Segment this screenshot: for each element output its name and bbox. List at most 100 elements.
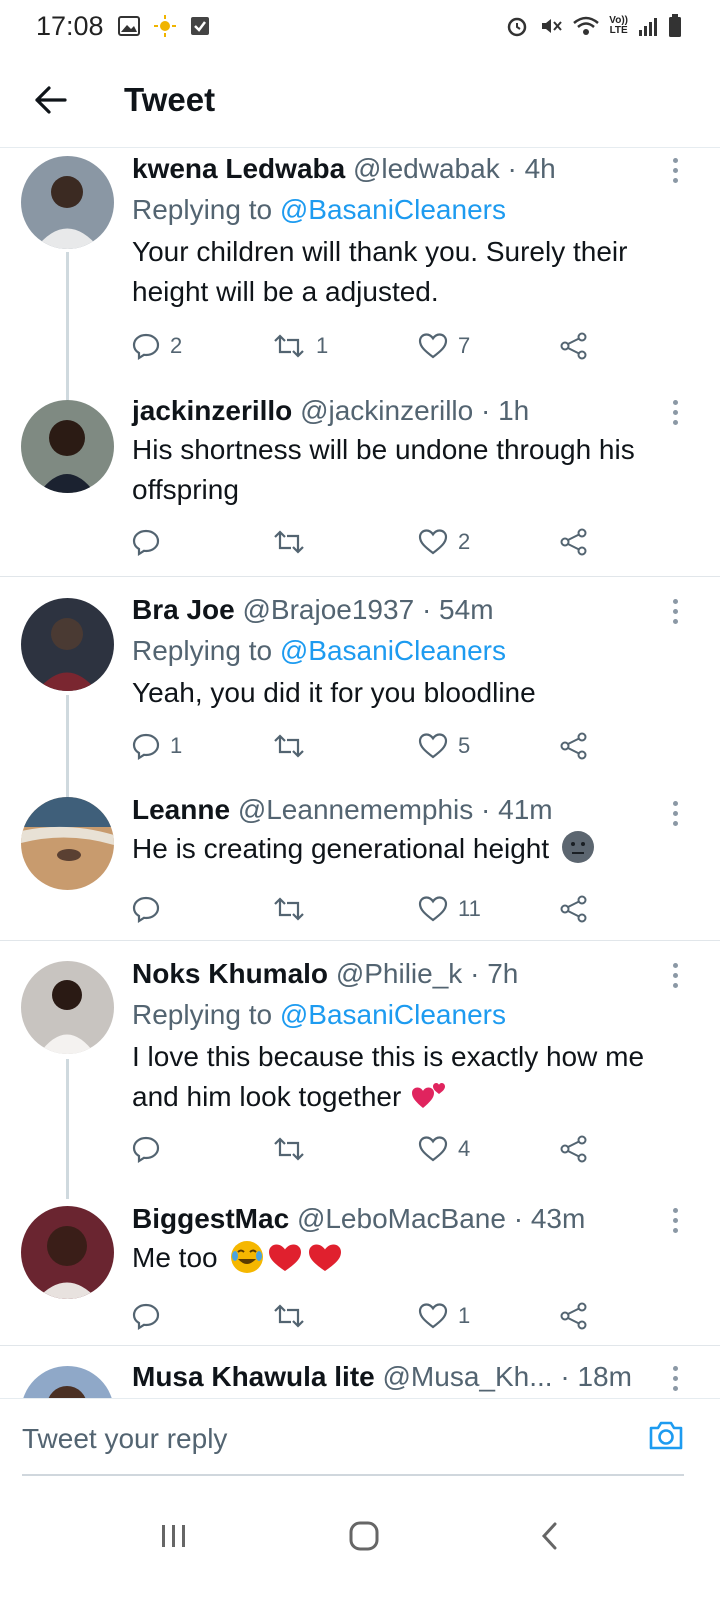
share-button[interactable] bbox=[560, 895, 588, 923]
status-bar: 17:08 Vo)) LTE bbox=[0, 0, 720, 52]
heart-icon bbox=[418, 1136, 448, 1162]
author-name[interactable]: Bra Joe bbox=[132, 594, 235, 625]
author-name[interactable]: jackinzerillo bbox=[132, 395, 292, 426]
retweet-icon bbox=[274, 530, 304, 554]
avatar[interactable] bbox=[21, 961, 114, 1054]
share-button[interactable] bbox=[560, 332, 588, 360]
retweet-button[interactable] bbox=[272, 1136, 316, 1162]
retweet-button[interactable] bbox=[272, 529, 316, 555]
reply-tweet[interactable]: jackinzerillo @jackinzerillo · 1h His sh… bbox=[0, 384, 720, 577]
home-button[interactable] bbox=[348, 1520, 380, 1557]
author-name[interactable]: kwena Ledwaba bbox=[132, 153, 345, 184]
more-options-button[interactable] bbox=[670, 400, 680, 425]
alarm-icon bbox=[505, 14, 529, 38]
like-button[interactable]: 7 bbox=[418, 332, 470, 360]
like-count: 1 bbox=[458, 1303, 471, 1328]
retweet-icon bbox=[274, 897, 304, 921]
reply-input[interactable] bbox=[22, 1417, 622, 1461]
sun-icon bbox=[153, 15, 176, 37]
avatar[interactable] bbox=[21, 156, 114, 249]
reply-tweet[interactable]: Leanne @Leannememphis · 41m He is creati… bbox=[0, 783, 720, 941]
tweet-text: I love this because this is exactly how … bbox=[132, 1041, 645, 1112]
recent-apps-button[interactable] bbox=[159, 1523, 189, 1554]
reply-tweet[interactable]: BiggestMac @LeboMacBane · 43m Me too 1 bbox=[0, 1186, 720, 1346]
separator-dot: · bbox=[481, 794, 491, 825]
tweet-text: Yeah, you did it for you bloodline bbox=[132, 677, 536, 708]
like-button[interactable]: 4 bbox=[418, 1135, 470, 1163]
avatar[interactable] bbox=[21, 797, 114, 890]
author-name[interactable]: BiggestMac bbox=[132, 1203, 289, 1234]
mention-link[interactable]: @BasaniCleaners bbox=[280, 194, 506, 225]
reply-button[interactable]: 2 bbox=[132, 332, 182, 360]
more-options-button[interactable] bbox=[670, 599, 680, 624]
retweet-button[interactable] bbox=[272, 896, 316, 922]
reply-tweet[interactable]: Musa Khawula lite @Musa_Kh... · 18m bbox=[0, 1346, 720, 1398]
author-handle[interactable]: @jackinzerillo bbox=[300, 395, 473, 426]
tweet-time: 7h bbox=[487, 958, 519, 989]
share-icon bbox=[560, 732, 587, 760]
comment-icon bbox=[132, 333, 160, 360]
more-options-button[interactable] bbox=[670, 963, 680, 988]
tweet-time: 1h bbox=[498, 395, 530, 426]
reply-button[interactable] bbox=[132, 528, 170, 556]
mention-link[interactable]: @BasaniCleaners bbox=[280, 999, 506, 1030]
author-handle[interactable]: @ledwabak bbox=[353, 153, 500, 184]
reply-tweet[interactable]: Bra Joe @Brajoe1937 · 54m Replying to @B… bbox=[0, 577, 720, 805]
more-options-button[interactable] bbox=[670, 1366, 680, 1391]
battery-icon bbox=[668, 14, 682, 38]
signal-icon bbox=[638, 16, 658, 36]
author-handle[interactable]: @LeboMacBane bbox=[297, 1203, 506, 1234]
comment-icon bbox=[132, 1303, 160, 1330]
camera-button[interactable] bbox=[648, 1419, 684, 1456]
avatar[interactable] bbox=[21, 400, 114, 493]
share-button[interactable] bbox=[560, 1302, 588, 1330]
reply-button[interactable]: 1 bbox=[132, 732, 182, 760]
share-icon bbox=[560, 1135, 587, 1163]
author-name[interactable]: Leanne bbox=[132, 794, 230, 825]
avatar[interactable] bbox=[21, 598, 114, 691]
share-button[interactable] bbox=[560, 1135, 588, 1163]
like-button[interactable]: 1 bbox=[418, 1302, 470, 1330]
reply-button[interactable] bbox=[132, 895, 170, 923]
back-button[interactable] bbox=[20, 70, 80, 130]
more-options-button[interactable] bbox=[670, 158, 680, 183]
author-handle[interactable]: @Musa_Kh... bbox=[383, 1361, 553, 1392]
author-name[interactable]: Musa Khawula lite bbox=[132, 1361, 375, 1392]
separator-dot: · bbox=[481, 395, 491, 426]
retweet-button[interactable] bbox=[272, 733, 316, 759]
like-count: 4 bbox=[458, 1136, 471, 1161]
share-button[interactable] bbox=[560, 732, 588, 760]
more-options-button[interactable] bbox=[670, 801, 680, 826]
share-button[interactable] bbox=[560, 528, 588, 556]
author-handle[interactable]: @Brajoe1937 bbox=[243, 594, 415, 625]
arrow-left-icon bbox=[35, 85, 67, 114]
heart-icon bbox=[418, 333, 448, 359]
two-hearts-emoji bbox=[412, 1083, 446, 1108]
home-icon bbox=[349, 1521, 379, 1550]
reply-tweet[interactable]: Noks Khumalo @Philie_k · 7h Replying to … bbox=[0, 941, 720, 1199]
separator-dot: · bbox=[513, 1203, 524, 1234]
avatar[interactable] bbox=[21, 1366, 114, 1398]
system-back-button[interactable] bbox=[539, 1521, 561, 1556]
thread-connector bbox=[66, 1059, 69, 1199]
like-button[interactable]: 5 bbox=[418, 732, 470, 760]
top-app-bar: Tweet bbox=[0, 52, 720, 148]
share-icon bbox=[560, 895, 587, 923]
author-handle[interactable]: @Philie_k bbox=[336, 958, 462, 989]
author-name[interactable]: Noks Khumalo bbox=[132, 958, 328, 989]
recent-apps-icon bbox=[162, 1524, 186, 1547]
tweet-actions: 2 bbox=[132, 524, 602, 560]
reply-button[interactable] bbox=[132, 1302, 170, 1330]
reply-tweet[interactable]: kwena Ledwaba @ledwabak · 4h Replying to… bbox=[0, 148, 720, 402]
like-button[interactable]: 2 bbox=[418, 528, 470, 556]
separator-dot: · bbox=[507, 153, 517, 184]
avatar[interactable] bbox=[21, 1206, 114, 1299]
like-button[interactable]: 11 bbox=[418, 895, 481, 923]
retweet-button[interactable] bbox=[272, 1303, 316, 1329]
reply-button[interactable] bbox=[132, 1135, 170, 1163]
retweet-icon bbox=[274, 334, 304, 358]
retweet-button[interactable]: 1 bbox=[272, 333, 328, 359]
more-options-button[interactable] bbox=[670, 1208, 680, 1233]
mention-link[interactable]: @BasaniCleaners bbox=[280, 635, 506, 666]
author-handle[interactable]: @Leannememphis bbox=[238, 794, 473, 825]
